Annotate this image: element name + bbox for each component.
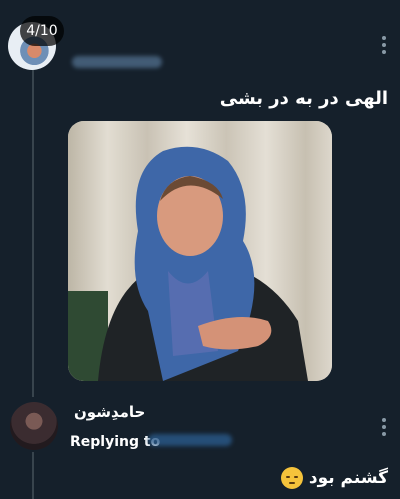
tweet-text: الهی در به در بشی: [219, 88, 388, 109]
replying-to-label: Replying to: [70, 434, 161, 450]
media-photo: [68, 121, 332, 381]
more-options-icon[interactable]: [382, 36, 386, 54]
blurred-reply-handle[interactable]: [148, 434, 232, 446]
tweet-text: گشنم بود: [68, 467, 388, 489]
replying-to-line: Replying to: [70, 434, 160, 450]
thread-connector-line: [32, 62, 34, 397]
display-name[interactable]: حامدِشون: [74, 403, 145, 421]
pensive-face-icon: [280, 467, 303, 489]
gallery-counter: 4/10: [20, 16, 64, 46]
tweet-text-content: گشنم بود: [308, 468, 388, 488]
tweet-media-image[interactable]: [68, 121, 332, 381]
more-options-icon[interactable]: [382, 418, 386, 436]
thread-connector-line-lower: [32, 452, 34, 499]
avatar[interactable]: [10, 402, 58, 450]
blurred-username-handle[interactable]: [72, 56, 162, 68]
